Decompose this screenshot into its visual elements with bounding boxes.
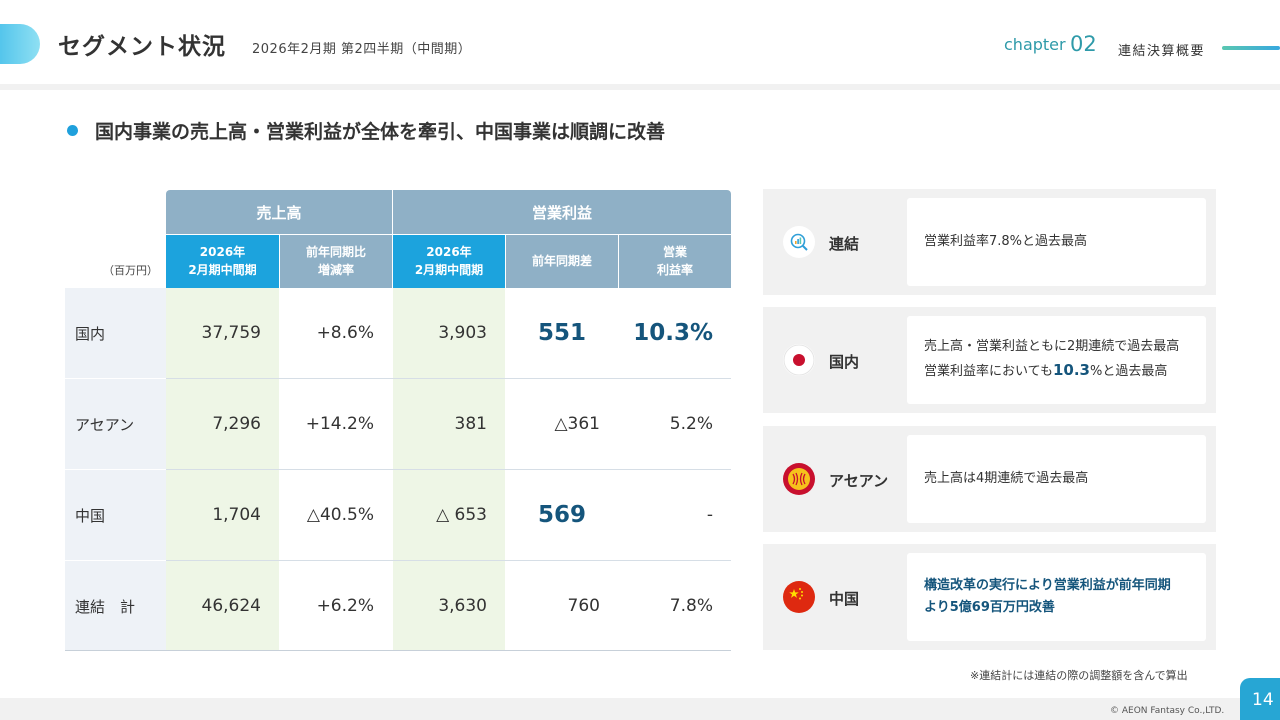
page-subtitle: 2026年2月期 第2四半期（中間期） [252, 42, 472, 57]
row-divider [166, 469, 731, 470]
col-header-line: 2月期中間期 [188, 262, 257, 277]
cell-china-sales-yoy: △40.5% [306, 505, 374, 525]
cell-china-op: △ 653 [393, 470, 505, 560]
footer-bar [0, 698, 1280, 720]
col-header-op-diff: 前年同期差 [506, 235, 618, 288]
group-header-sales: 売上高 [166, 190, 392, 234]
header-accent-pill [0, 24, 40, 64]
cell-total-sales: 46,624 [166, 561, 279, 651]
panel-text: 営業利益率においても10.3%と過去最高 [924, 358, 1206, 384]
panel-domestic: 国内 売上高・営業利益ともに2期連続で過去最高 営業利益率においても10.3%と… [763, 307, 1216, 413]
cell-asean-op-diff: △361 [554, 414, 600, 434]
cell-domestic-op-diff: 551 [537, 320, 586, 346]
row-label-china: 中国 [65, 470, 166, 560]
footnote: ※連結計には連結の際の調整額を含んで算出 [970, 669, 1188, 682]
row-label-total: 連結 計 [65, 561, 166, 651]
cell-asean-op: 381 [393, 379, 505, 469]
col-header-line: 増減率 [317, 262, 354, 277]
cell-domestic-sales-yoy: +8.6% [316, 323, 374, 343]
cell-china-margin: - [706, 505, 713, 525]
panel-text: 売上高は4期連続で過去最高 [924, 470, 1089, 486]
panel-label: アセアン [829, 472, 889, 490]
cell-total-sales-yoy: +6.2% [316, 596, 374, 616]
chapter-name: 連結決算概要 [1118, 44, 1206, 59]
cell-total-op-diff: 760 [567, 596, 600, 616]
panel-consolidated: 連結 営業利益率7.8%と過去最高 [763, 189, 1216, 295]
headline-bullet-icon [67, 125, 78, 136]
col-header-line: 2026年 [199, 245, 246, 260]
panel-text: より5億69百万円改善 [924, 600, 1055, 615]
table-bottom-border [65, 650, 731, 651]
panel-text-emphasis: 10.3 [1052, 361, 1090, 380]
page-number: 14 [1240, 678, 1280, 720]
col-header-line: 利益率 [656, 262, 693, 277]
cell-asean-sales-yoy: +14.2% [305, 414, 374, 434]
unit-label: （百万円） [103, 264, 158, 277]
panel-text: 営業利益率7.8%と過去最高 [924, 233, 1088, 249]
asean-emblem-icon [783, 463, 815, 495]
cell-total-op: 3,630 [393, 561, 505, 651]
china-flag-icon [783, 581, 815, 613]
col-header-line: 2月期中間期 [414, 262, 484, 277]
group-header-operating-profit: 営業利益 [393, 190, 731, 234]
panel-text-part: 営業利益率においても [924, 364, 1053, 380]
slide-header: セグメント状況 2026年2月期 第2四半期（中間期） chapter 02 連… [0, 0, 1280, 88]
cell-domestic-op: 3,903 [393, 288, 505, 378]
japan-flag-icon [783, 344, 815, 376]
header-divider [0, 84, 1280, 90]
cell-domestic-sales: 37,759 [166, 288, 279, 378]
cell-china-sales: 1,704 [166, 470, 279, 560]
col-header-op-margin: 営業 利益率 [619, 235, 731, 288]
col-divider [392, 190, 393, 288]
chapter-number: 02 [1070, 32, 1097, 56]
col-header-sales-yoy: 前年同期比 増減率 [280, 235, 392, 288]
col-header-line: 営業 [662, 245, 687, 260]
copyright: © AEON Fantasy Co.,LTD. [1110, 706, 1225, 716]
segment-table: 売上高 営業利益 （百万円） 2026年 2月期中間期 前年同期比増減率 2026… [65, 190, 731, 651]
cell-asean-sales: 7,296 [166, 379, 279, 469]
col-header-sales-current: 2026年 2月期中間期 [166, 235, 279, 288]
panel-text-box: 構造改革の実行により営業利益が前年同期 より5億69百万円改善 [907, 553, 1206, 641]
col-divider [279, 234, 280, 288]
col-header-op-current: 2026年 2月期中間期 [393, 235, 505, 288]
col-header-line: 2026年 [426, 245, 472, 260]
page-title: セグメント状況 [58, 34, 226, 60]
cell-domestic-margin: 10.3% [633, 320, 713, 346]
panel-asean: アセアン 売上高は4期連続で過去最高 [763, 426, 1216, 532]
cell-total-margin: 7.8% [669, 596, 713, 616]
panel-label: 連結 [829, 235, 860, 253]
panel-text-box: 売上高・営業利益ともに2期連続で過去最高 営業利益率においても10.3%と過去最… [907, 316, 1206, 404]
panel-text: 売上高・営業利益ともに2期連続で過去最高 [924, 339, 1180, 355]
headline: 国内事業の売上高・営業利益が全体を牽引、中国事業は順調に改善 [95, 121, 666, 143]
col-divider [618, 234, 619, 288]
cell-china-op-diff: 569 [537, 502, 586, 528]
row-label-asean: アセアン [65, 379, 166, 469]
panel-label: 国内 [829, 353, 860, 371]
row-divider [166, 560, 731, 561]
cell-asean-margin: 5.2% [669, 414, 713, 434]
panel-text: 構造改革の実行により営業利益が前年同期 [924, 577, 1171, 593]
chapter-accent-line [1222, 46, 1280, 50]
chapter-label: chapter [1004, 35, 1066, 54]
panel-text-part: %と過去最高 [1089, 364, 1168, 380]
col-header-line: 前年同期比 [305, 245, 366, 260]
panel-label: 中国 [829, 590, 860, 608]
row-label-domestic: 国内 [65, 288, 166, 378]
col-divider [505, 234, 506, 288]
col-header-line: 前年同期差 [531, 253, 592, 268]
panel-text-box: 営業利益率7.8%と過去最高 [907, 198, 1206, 286]
consolidated-chart-icon [783, 226, 815, 258]
row-divider [166, 378, 731, 379]
panel-text-box: 売上高は4期連続で過去最高 [907, 435, 1206, 523]
panel-china: 中国 構造改革の実行により営業利益が前年同期 より5億69百万円改善 [763, 544, 1216, 650]
